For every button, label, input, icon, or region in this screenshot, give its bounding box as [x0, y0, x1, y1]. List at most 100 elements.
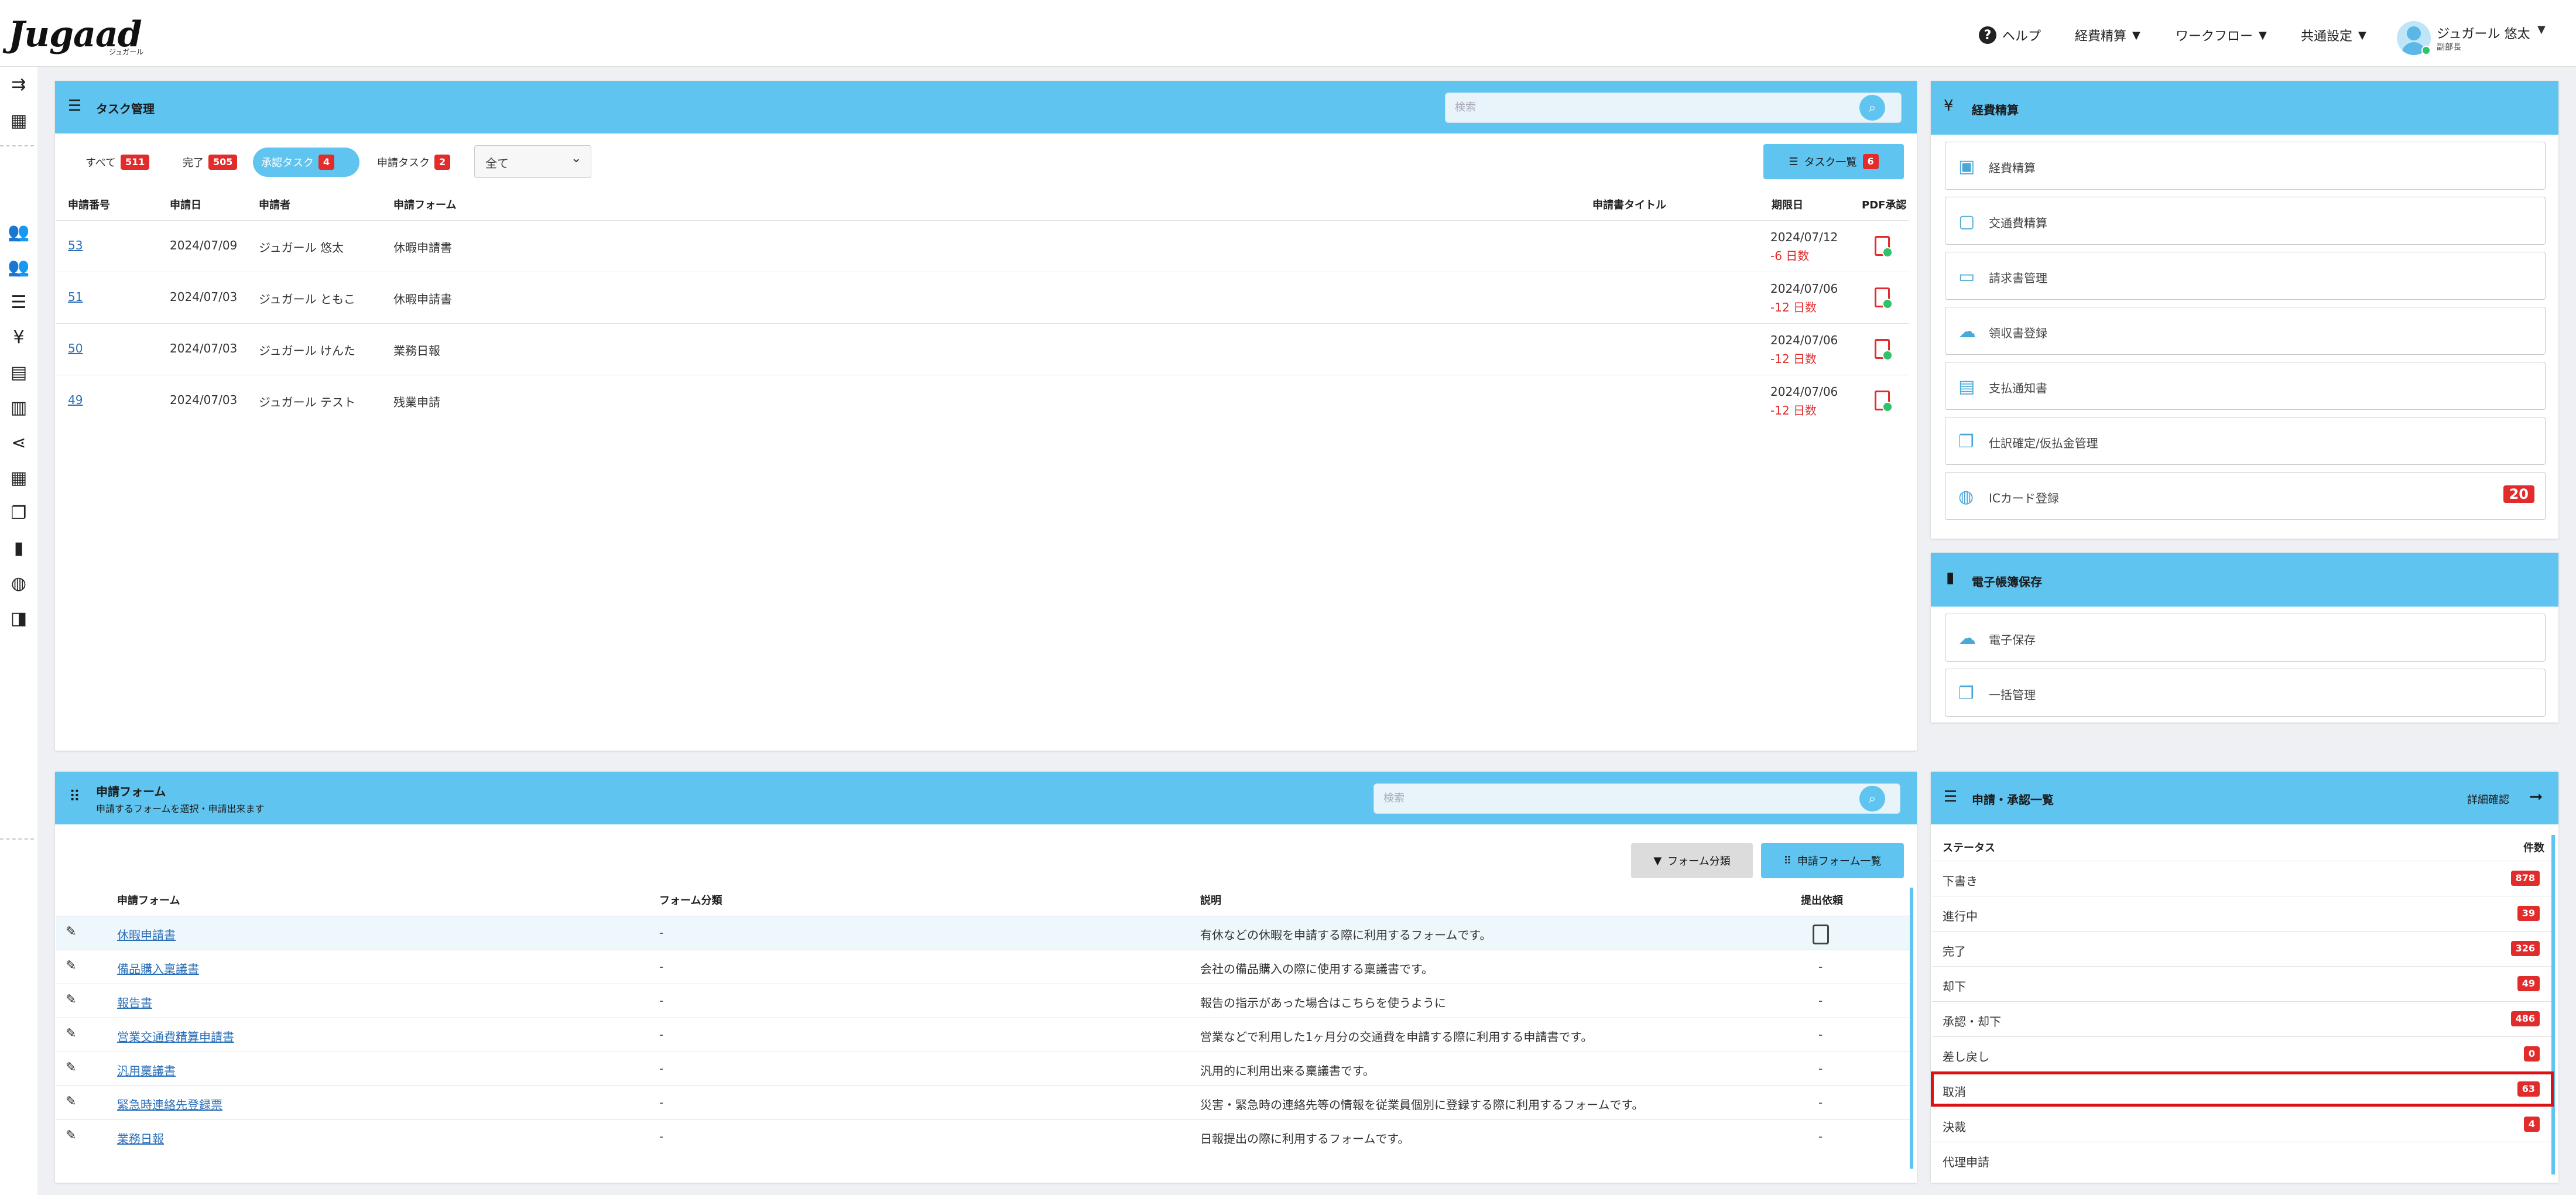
pdf-approve-icon[interactable]	[1875, 339, 1893, 361]
pin-icon[interactable]: ✎	[66, 1026, 76, 1041]
sidebar-divider	[0, 838, 34, 840]
nav-common-settings-dropdown[interactable]: 共通設定 ▼	[2301, 26, 2366, 44]
form-name-link[interactable]: 営業交通費精算申請書	[117, 1028, 234, 1045]
table-row[interactable]: ✎ 報告書 - 報告の指示があった場合はこちらを使うように -	[56, 984, 1913, 1018]
menu-electronic-storage[interactable]: ☁ 電子保存	[1945, 614, 2546, 662]
menu-label: 請求書管理	[1989, 271, 2047, 285]
document-stack-icon[interactable]: ▥	[7, 396, 30, 419]
pin-icon[interactable]: ✎	[66, 1060, 76, 1075]
pdf-approve-icon[interactable]	[1875, 236, 1893, 258]
application-date: 2024/07/03	[170, 393, 238, 407]
table-row[interactable]: ✎ 汎用稟議書 - 汎用的に利用出来る稟議書です。 -	[56, 1052, 1913, 1086]
list-icon[interactable]: ☰	[7, 290, 30, 314]
submit-request-icon[interactable]	[1813, 925, 1829, 944]
users-alt-icon[interactable]: 👥	[7, 255, 30, 279]
menu-invoice-management[interactable]: ▭ 請求書管理	[1945, 252, 2546, 300]
pin-icon[interactable]: ✎	[66, 1128, 76, 1143]
menu-toggle-icon[interactable]: ⇉	[7, 73, 30, 96]
tab-all[interactable]: すべて 511	[77, 148, 157, 177]
menu-ic-card-registration[interactable]: ◍ ICカード登録 20	[1945, 472, 2546, 520]
application-no-link[interactable]: 51	[68, 290, 83, 304]
form-list-scrollbar[interactable]	[1910, 888, 1913, 1169]
table-row[interactable]: 50 2024/07/03 ジュガール けんた 業務日報 2024/07/06 …	[56, 323, 1909, 375]
table-row[interactable]: 53 2024/07/09 ジュガール 悠太 休暇申請書 2024/07/12 …	[56, 220, 1909, 272]
form-name-link[interactable]: 業務日報	[117, 1129, 164, 1146]
tab-approval-tasks[interactable]: 承認タスク 4	[253, 148, 359, 177]
menu-payment-notice[interactable]: ▤ 支払通知書	[1945, 362, 2546, 410]
table-row[interactable]: ✎ 緊急時連絡先登録票 - 災害・緊急時の連絡先等の情報を従業員個別に登録する際…	[56, 1086, 1913, 1119]
pin-icon[interactable]: ✎	[66, 1094, 76, 1109]
pdf-approve-icon[interactable]	[1875, 391, 1893, 412]
menu-receipt-registration[interactable]: ☁ 領収書登録	[1945, 307, 2546, 355]
submit-request: -	[1818, 1095, 1823, 1110]
list-item[interactable]: 進行中 39	[1932, 896, 2555, 931]
user-name[interactable]: ジュガール 悠太	[2437, 23, 2530, 42]
task-search-input[interactable]: 検索	[1445, 93, 1902, 123]
share-icon[interactable]: ⋖	[7, 431, 30, 454]
list-item[interactable]: 決裁 4	[1932, 1107, 2555, 1142]
form-search-input[interactable]: 検索	[1373, 783, 1900, 814]
table-row[interactable]: ✎ 休暇申請書 - 有休などの休暇を申請する際に利用するフォームです。	[56, 916, 1913, 950]
cloud-upload-icon: ☁	[1958, 628, 1976, 649]
globe-icon[interactable]: ◍	[7, 571, 30, 595]
form-name-link[interactable]: 緊急時連絡先登録票	[117, 1095, 222, 1112]
menu-journal-advance[interactable]: ❐ 仕訳確定/仮払金管理	[1945, 417, 2546, 465]
nav-expense-dropdown[interactable]: 経費精算 ▼	[2075, 26, 2140, 44]
menu-transport-settlement[interactable]: ▢ 交通費精算	[1945, 197, 2546, 245]
table-row[interactable]: 51 2024/07/03 ジュガール ともこ 休暇申請書 2024/07/06…	[56, 272, 1909, 323]
table-icon[interactable]: ▦	[7, 466, 30, 489]
list-item[interactable]: 代理申請	[1932, 1142, 2555, 1175]
applicant-name: ジュガール 悠太	[259, 241, 344, 255]
search-icon[interactable]: ⌕	[1859, 95, 1885, 121]
yen-icon[interactable]: ¥	[7, 326, 30, 349]
application-no-link[interactable]: 49	[68, 393, 83, 407]
wallet-icon[interactable]: ◨	[7, 607, 30, 630]
form-name-link[interactable]: 汎用稟議書	[117, 1062, 176, 1078]
col-application-form: 申請フォーム	[393, 199, 457, 211]
help-link[interactable]: ? ヘルプ	[1979, 26, 2041, 44]
table-row[interactable]: ✎ 業務日報 - 日報提出の際に利用するフォームです。 -	[56, 1119, 1913, 1153]
users-icon[interactable]: 👥	[7, 220, 30, 244]
document-icon[interactable]: ▤	[7, 361, 30, 384]
list-item[interactable]: 下書き 878	[1932, 861, 2555, 896]
table-row[interactable]: 49 2024/07/03 ジュガール テスト 残業申請 2024/07/06 …	[56, 375, 1909, 426]
form-name-link[interactable]: 報告書	[117, 994, 152, 1011]
menu-expense-settlement[interactable]: ▣ 経費精算	[1945, 142, 2546, 190]
arrow-right-icon[interactable]: ➞	[2529, 787, 2543, 806]
form-description: 有休などの休暇を申請する際に利用するフォームです。	[1200, 928, 1492, 942]
status-panel-title: 申請・承認一覧	[1972, 793, 2054, 807]
status-name: 完了	[1943, 944, 1966, 958]
detail-link[interactable]: 詳細確認	[2467, 792, 2509, 807]
form-list-button[interactable]: ⠿ 申請フォーム一覧	[1761, 843, 1904, 878]
search-icon[interactable]: ⌕	[1859, 786, 1885, 811]
chevron-down-icon: ▼	[2259, 29, 2267, 42]
list-item[interactable]: 承認・却下 486	[1932, 1001, 2555, 1036]
chevron-down-icon[interactable]: ▼	[2537, 23, 2546, 36]
pin-icon[interactable]: ✎	[66, 958, 76, 973]
tab-application-tasks[interactable]: 申請タスク 2	[369, 148, 458, 177]
form-name-link[interactable]: 備品購入稟議書	[117, 960, 199, 977]
list-icon: ☰	[1789, 155, 1799, 168]
form-category-button[interactable]: ▼ フォーム分類	[1631, 843, 1753, 878]
list-item[interactable]: 差し戻し 0	[1932, 1036, 2555, 1071]
list-item[interactable]: 完了 326	[1932, 931, 2555, 966]
file-icon[interactable]: ▮	[7, 536, 30, 560]
pdf-approve-icon[interactable]	[1875, 287, 1893, 309]
tab-done[interactable]: 完了 505	[174, 148, 245, 177]
help-icon: ?	[1979, 26, 1996, 44]
application-no-link[interactable]: 50	[68, 341, 83, 355]
pin-icon[interactable]: ✎	[66, 925, 76, 939]
menu-bulk-management[interactable]: ❐ 一括管理	[1945, 669, 2546, 717]
application-no-link[interactable]: 53	[68, 238, 83, 252]
building-icon[interactable]: ▦	[7, 109, 30, 132]
status-list-scrollbar[interactable]	[2551, 835, 2555, 1175]
task-list-button[interactable]: ☰ タスク一覧 6	[1763, 144, 1904, 179]
form-name-link[interactable]: 休暇申請書	[117, 926, 176, 943]
table-row[interactable]: ✎ 営業交通費精算申請書 - 営業などで利用した1ヶ月分の交通費を申請する際に利…	[56, 1018, 1913, 1052]
list-item[interactable]: 却下 49	[1932, 966, 2555, 1001]
table-row[interactable]: ✎ 備品購入稟議書 - 会社の備品購入の際に使用する稟議書です。 -	[56, 950, 1913, 984]
nav-workflow-dropdown[interactable]: ワークフロー ▼	[2176, 26, 2267, 44]
copy-icon[interactable]: ❐	[7, 501, 30, 525]
application-date: 2024/07/03	[170, 341, 238, 355]
pin-icon[interactable]: ✎	[66, 992, 76, 1007]
